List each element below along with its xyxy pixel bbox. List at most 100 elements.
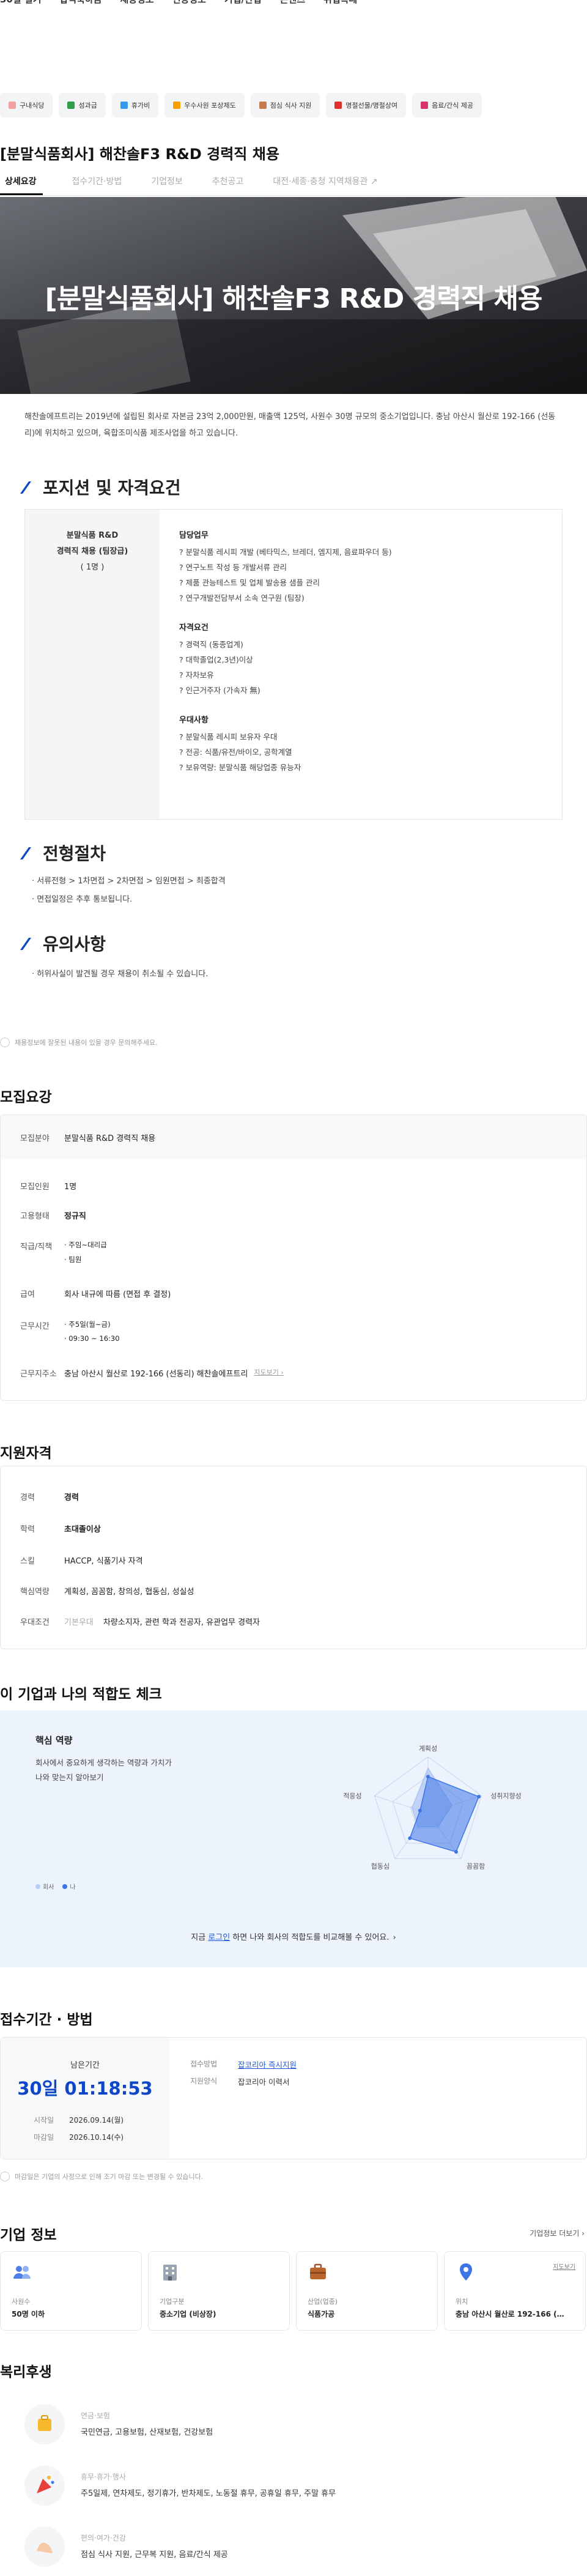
qual-heading: 포지션 및 자격요건 <box>24 475 181 499</box>
apply-qual-title: 지원자격 <box>0 1446 52 1461</box>
nav-item[interactable]: 기업/산업 <box>224 0 262 6</box>
nav-item[interactable]: 콘텐츠 <box>280 0 305 6</box>
fit-desc: 회사에서 중요하게 생각하는 역량과 가치가 나와 맞는지 알아보기 <box>35 1758 172 1782</box>
benefit-chip: 구내식당 <box>0 93 53 117</box>
fit-cta: 지금 로그인 하면 나와 회사의 적합도를 비교해볼 수 있어요. › <box>191 1933 396 1942</box>
process-text: · 서류전형 > 1차면접 > 2차면접 > 임원면접 > 최종합격 · 면접일… <box>32 877 226 904</box>
radar-axis-label: 계획성 <box>419 1745 437 1753</box>
caution-heading: 유의사항 <box>24 931 106 956</box>
benefit-chip: 명절선물/명절상여 <box>326 93 407 117</box>
company-cards: 사원수 50명 이하 기업구분 중소기업 (비상장) 산업(업종) 식품가공 지… <box>0 2251 586 2331</box>
fit-legend: 회사 나 <box>35 1882 76 1891</box>
preference-item: ? 분말식품 레시피 보유자 우대 <box>179 732 278 741</box>
radar-point-me <box>477 1794 481 1798</box>
nav-item[interactable]: 합격축하금 <box>60 0 102 6</box>
preference-item: ? 전공: 식품/유전/바이오, 공학계열 <box>179 748 292 757</box>
legend-swatch-company <box>35 1884 40 1889</box>
summary-row: · 09:30 ~ 16:30 <box>64 1334 120 1343</box>
qual-row: 스킬 HACCP, 식품기사 자격 <box>20 1557 143 1566</box>
period-note: 마감일은 기업의 사정으로 인해 조기 마감 또는 변경될 수 있습니다. <box>0 2172 203 2181</box>
radar-point-me <box>408 1836 412 1840</box>
summary-row: 고용형태 정규직 <box>20 1212 86 1221</box>
tab-detail[interactable]: 상세요강 <box>0 173 43 195</box>
company-card: 산업(업종) 식품가공 <box>296 2251 438 2331</box>
hero-title: [분말식품회사] 해찬솔F3 R&D 경력직 채용 <box>45 283 543 314</box>
qual-row: 학력 초대졸이상 <box>20 1525 101 1534</box>
duties-title: 담당업무 <box>179 531 209 540</box>
remain-timer: 30일 01:18:53 <box>17 2078 153 2099</box>
info-icon <box>0 2172 10 2181</box>
summary-field-row: 모집분야 분말식품 R&D 경력직 채용 <box>1 1115 586 1159</box>
radar-axis-label: 협동심 <box>371 1862 389 1870</box>
qual-row: 우대조건 기본우대 차량소지자, 관련 학과 전공자, 유관업무 경력자 <box>20 1618 260 1627</box>
drink-icon <box>421 102 429 109</box>
position-details: 담당업무 ? 분말식품 레시피 개발 (베타믹스, 브레더, 엠지제, 음료파우… <box>160 510 392 819</box>
company-title: 기업 정보 <box>0 2227 57 2243</box>
position-table: 분말식품 R&D 경력직 채용 (팀장급) ( 1명 ) 담당업무 ? 분말식품… <box>24 509 563 820</box>
welfare-item: 연금·보험 국민연금, 고용보험, 산재보험, 건강보험 <box>24 2404 213 2444</box>
bonus-icon <box>67 102 75 109</box>
cafeteria-icon <box>9 102 16 109</box>
map-link[interactable]: 지도보기 › <box>254 1367 283 1377</box>
nav-item[interactable]: 취업특례 <box>323 0 357 6</box>
company-intro: 해찬솔에프트리는 2019년에 설립된 회사로 자본금 23억 2,000만원,… <box>24 412 556 438</box>
radar-point-me <box>426 1775 430 1779</box>
pin-icon <box>460 2263 472 2281</box>
summary-title: 모집요강 <box>0 1089 52 1105</box>
hero-banner: [분말식품회사] 해찬솔F3 R&D 경력직 채용 <box>0 197 587 394</box>
tab-period[interactable]: 접수기간·방법 <box>67 173 122 195</box>
accent-mark-icon <box>24 937 34 950</box>
remain-box: 남은기간 30일 01:18:53 시작일 2026.09.14(월) 마감일 … <box>1 2038 169 2159</box>
benefit-chip: 점심 식사 지원 <box>250 93 320 117</box>
company-more-link[interactable]: 기업정보 더보기 › <box>530 2228 585 2238</box>
benefit-chips: 구내식당 성과급 휴가비 우수사원 포상제도 점심 식사 지원 명절선물/명절상… <box>0 93 482 117</box>
preference-item: ? 보유역량: 분말식품 해당업종 유능자 <box>179 763 301 772</box>
method-box: 접수방법 잡코리아 즉시지원 지원양식 잡코리아 이력서 <box>190 2058 297 2087</box>
tab-company[interactable]: 기업정보 <box>146 173 183 195</box>
health-icon <box>24 2526 65 2567</box>
benefit-chip: 음료/간식 제공 <box>412 93 482 117</box>
company-card: 사원수 50명 이하 <box>0 2251 142 2331</box>
nav-item[interactable]: 30일 걸기 <box>0 0 42 6</box>
duty-item: ? 연구개발전담부서 소속 연구원 (팀장) <box>179 593 305 603</box>
duty-item: ? 분말식품 레시피 개발 (베타믹스, 브레더, 엠지제, 음료파우더 등) <box>179 547 392 557</box>
summary-row: 모집인원 1명 <box>20 1182 77 1192</box>
fit-subtitle: 핵심 역량 <box>35 1735 73 1746</box>
top-nav: 30일 걸기 합격축하금 채용정보 연봉정보 기업/산업 콘텐츠 취업특례 <box>0 0 587 9</box>
apply-qual-card: 경력 경력 학력 초대졸이상 스킬 HACCP, 식품기사 자격 핵심역량 계획성, 꼼… <box>0 1466 587 1649</box>
radar-axis-label: 꼼꼼함 <box>467 1862 485 1870</box>
briefcase-icon <box>310 2263 326 2279</box>
apply-link[interactable]: 잡코리아 즉시지원 <box>238 2058 297 2070</box>
company-card: 지도보기 위치 충남 아산시 월산로 192-166 (… <box>444 2251 586 2331</box>
welfare-title: 복리후생 <box>0 2364 52 2380</box>
preference-title: 우대사항 <box>179 716 209 725</box>
nav-item[interactable]: 채용정보 <box>120 0 154 6</box>
map-link[interactable]: 지도보기 <box>553 2262 575 2271</box>
vacation-icon <box>120 102 128 109</box>
radar-point-me <box>454 1850 458 1854</box>
tab-region[interactable]: 대전·세종·충청 지역채용관 ↗ <box>268 173 377 195</box>
radar-point-me <box>418 1808 422 1813</box>
position-name: 분말식품 R&D 경력직 채용 (팀장급) ( 1명 ) <box>25 510 160 819</box>
benefit-chip: 휴가비 <box>111 93 159 117</box>
requirement-item: ? 자차보유 <box>179 670 214 680</box>
summary-row: 근무지주소 충남 아산시 월산로 192-166 (선동리) 해찬솔에프트리 지도보… <box>20 1367 284 1379</box>
summary-row: 근무시간 · 주5일(월~금) <box>20 1320 111 1331</box>
radar-axis-label: 성취지향성 <box>490 1792 522 1800</box>
nav-item[interactable]: 연봉정보 <box>172 0 206 6</box>
building-icon <box>163 2265 177 2281</box>
benefit-chip: 성과급 <box>59 93 106 117</box>
duty-item: ? 연구노트 작성 등 개발서류 관리 <box>179 563 287 572</box>
summary-row: 급여 회사 내규에 따름 (면접 후 결정) <box>20 1290 171 1299</box>
gift-icon <box>334 102 342 109</box>
login-link[interactable]: 로그인 <box>208 1933 230 1942</box>
page-title: [분말식품회사] 해찬솔F3 R&D 경력직 채용 <box>0 146 279 163</box>
accent-mark-icon <box>24 846 34 859</box>
fit-panel: 핵심 역량 회사에서 중요하게 생각하는 역량과 가치가 나와 맞는지 알아보기… <box>0 1710 587 1967</box>
requirement-item: ? 경력직 (동종업계) <box>179 640 243 649</box>
people-icon <box>13 2266 31 2279</box>
chevron-right-icon: › <box>393 1933 396 1942</box>
tab-recommend[interactable]: 추천공고 <box>207 173 244 195</box>
summary-row: · 팀원 <box>64 1255 82 1264</box>
info-icon <box>0 1037 10 1047</box>
